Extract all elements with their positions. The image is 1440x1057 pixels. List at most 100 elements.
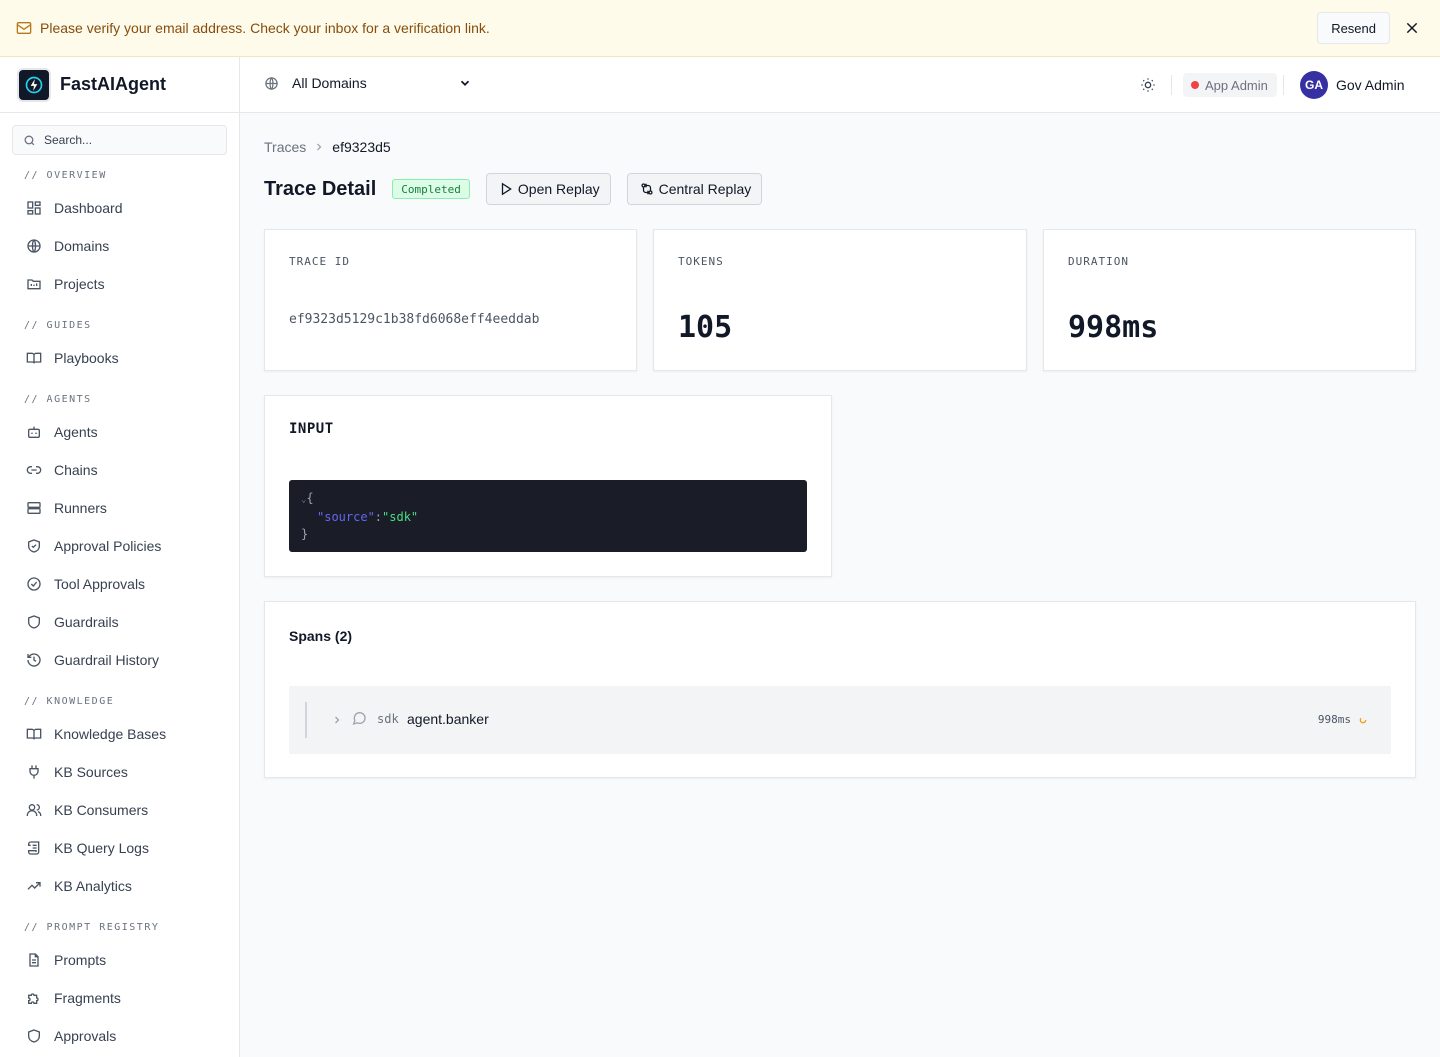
divider bbox=[1283, 75, 1284, 95]
user-name: Gov Admin bbox=[1336, 77, 1405, 93]
chevron-right-icon bbox=[317, 143, 322, 151]
input-heading: INPUT bbox=[289, 421, 334, 437]
plug-icon bbox=[29, 765, 39, 779]
duration-value: 998ms bbox=[1068, 310, 1159, 345]
bot-icon bbox=[28, 426, 40, 438]
sidebar-item-label: KB Consumers bbox=[54, 802, 149, 818]
sidebar-item-label: Chains bbox=[54, 462, 98, 478]
span-duration: 998ms bbox=[1317, 713, 1351, 726]
sidebar-item-domains[interactable]: Domains bbox=[0, 227, 239, 265]
sidebar-item-guardrail-history[interactable]: Guardrail History bbox=[0, 641, 239, 679]
span-row[interactable]: sdk agent.banker 998ms bbox=[289, 686, 1391, 754]
top-bar: All Domains App Admin GA Gov Admin bbox=[240, 57, 1440, 113]
spans-card: Spans (2) sdk agent.banker 998ms bbox=[264, 601, 1416, 778]
sidebar-item-label: Approvals bbox=[54, 1028, 117, 1044]
json-close-brace: } bbox=[301, 527, 309, 541]
breadcrumb-traces[interactable]: Traces bbox=[264, 139, 306, 155]
central-replay-button[interactable]: Central Replay bbox=[626, 173, 763, 205]
page-title: Trace Detail bbox=[264, 177, 377, 200]
sidebar-item-kb-analytics[interactable]: KB Analytics bbox=[0, 867, 239, 905]
sidebar-item-label: KB Analytics bbox=[54, 878, 132, 894]
resend-button[interactable]: Resend bbox=[1317, 12, 1390, 44]
search-box[interactable] bbox=[12, 125, 227, 155]
server-icon bbox=[27, 502, 41, 514]
sidebar-item-guardrails[interactable]: Guardrails bbox=[0, 603, 239, 641]
shield-icon bbox=[28, 1029, 40, 1043]
shield-icon bbox=[28, 615, 40, 629]
trending-up-icon bbox=[27, 882, 41, 890]
sun-icon[interactable] bbox=[1140, 77, 1156, 93]
role-badge-label: App Admin bbox=[1205, 77, 1268, 93]
breadcrumb: Traces ef9323d5 bbox=[264, 139, 391, 155]
tokens-value: 105 bbox=[678, 310, 733, 345]
status-badge: Completed bbox=[392, 179, 470, 199]
sidebar-item-tool-approvals[interactable]: Tool Approvals bbox=[0, 565, 239, 603]
title-row: Trace Detail Completed Open Replay Centr… bbox=[264, 173, 778, 205]
sidebar-item-kb-sources[interactable]: KB Sources bbox=[0, 753, 239, 791]
domain-selector[interactable]: All Domains bbox=[264, 75, 472, 91]
sidebar-item-prompts[interactable]: Prompts bbox=[0, 941, 239, 979]
sidebar-item-label: Playbooks bbox=[54, 350, 119, 366]
brand-name: FastAIAgent bbox=[60, 74, 167, 94]
book-open-icon bbox=[26, 728, 42, 740]
json-open-brace: { bbox=[306, 491, 314, 505]
user-menu[interactable]: GA Gov Admin bbox=[1300, 71, 1404, 99]
sidebar-item-label: Tool Approvals bbox=[54, 576, 146, 592]
sidebar-item-approvals[interactable]: Approvals bbox=[0, 1017, 239, 1055]
sidebar-item-kb-consumers[interactable]: KB Consumers bbox=[0, 791, 239, 829]
domain-selector-label: All Domains bbox=[292, 75, 367, 91]
sidebar-item-label: Fragments bbox=[54, 990, 121, 1006]
mail-icon bbox=[16, 22, 32, 34]
sidebar-item-dashboard[interactable]: Dashboard bbox=[0, 189, 239, 227]
chevron-down-icon bbox=[460, 80, 470, 86]
tokens-label: TOKENS bbox=[678, 255, 724, 268]
divider bbox=[1171, 75, 1172, 95]
sidebar-item-label: KB Query Logs bbox=[54, 840, 149, 856]
link-icon bbox=[26, 466, 42, 474]
central-replay-label: Central Replay bbox=[658, 181, 752, 197]
verification-banner: Please verify your email address. Check … bbox=[0, 0, 1440, 57]
globe-icon bbox=[27, 239, 41, 253]
sidebar-item-label: Runners bbox=[54, 500, 107, 516]
span-name: agent.banker bbox=[407, 711, 489, 727]
sidebar-item-fragments[interactable]: Fragments bbox=[0, 979, 239, 1017]
search-icon bbox=[24, 135, 35, 145]
close-icon[interactable] bbox=[1404, 20, 1420, 36]
search-input[interactable] bbox=[44, 133, 214, 147]
duration-label: DURATION bbox=[1068, 255, 1129, 268]
breadcrumb-current: ef9323d5 bbox=[332, 139, 391, 155]
sidebar-item-label: Agents bbox=[54, 424, 98, 440]
avatar: GA bbox=[1300, 71, 1328, 99]
sidebar-item-kb-query-logs[interactable]: KB Query Logs bbox=[0, 829, 239, 867]
section-label-knowledge: // KNOWLEDGE bbox=[24, 696, 115, 707]
sidebar-item-chains[interactable]: Chains bbox=[0, 451, 239, 489]
book-icon bbox=[26, 352, 42, 364]
open-replay-label: Open Replay bbox=[517, 181, 600, 197]
spans-heading: Spans (2) bbox=[289, 628, 353, 644]
role-badge: App Admin bbox=[1183, 73, 1277, 97]
banner-message: Please verify your email address. Check … bbox=[40, 20, 490, 36]
sidebar-item-playbooks[interactable]: Playbooks bbox=[0, 339, 239, 377]
sidebar-item-label: Guardrail History bbox=[54, 652, 160, 668]
users-icon bbox=[26, 804, 42, 816]
sidebar-item-label: Approval Policies bbox=[54, 538, 162, 554]
sidebar-item-knowledge-bases[interactable]: Knowledge Bases bbox=[0, 715, 239, 753]
globe-icon bbox=[265, 76, 278, 90]
sidebar-item-agents[interactable]: Agents bbox=[0, 413, 239, 451]
grid-icon bbox=[27, 201, 41, 215]
sidebar-item-projects[interactable]: Projects bbox=[0, 265, 239, 303]
section-label-overview: // OVERVIEW bbox=[24, 170, 107, 181]
trace-id-label: TRACE ID bbox=[289, 255, 350, 268]
status-dot bbox=[1191, 81, 1199, 89]
git-compare-icon bbox=[641, 183, 653, 195]
sidebar-item-approval-policies[interactable]: Approval Policies bbox=[0, 527, 239, 565]
sidebar-item-label: KB Sources bbox=[54, 764, 128, 780]
main-content: Traces ef9323d5 Trace Detail Completed O… bbox=[240, 113, 1440, 1057]
section-label-agents: // AGENTS bbox=[24, 394, 92, 405]
sidebar-item-runners[interactable]: Runners bbox=[0, 489, 239, 527]
open-replay-button[interactable]: Open Replay bbox=[485, 173, 611, 205]
brand[interactable]: FastAIAgent bbox=[0, 57, 239, 113]
input-card: INPUT ⌄{ "source":"sdk" } bbox=[264, 395, 832, 577]
play-icon bbox=[501, 182, 512, 196]
chevron-right-icon[interactable] bbox=[331, 714, 343, 726]
